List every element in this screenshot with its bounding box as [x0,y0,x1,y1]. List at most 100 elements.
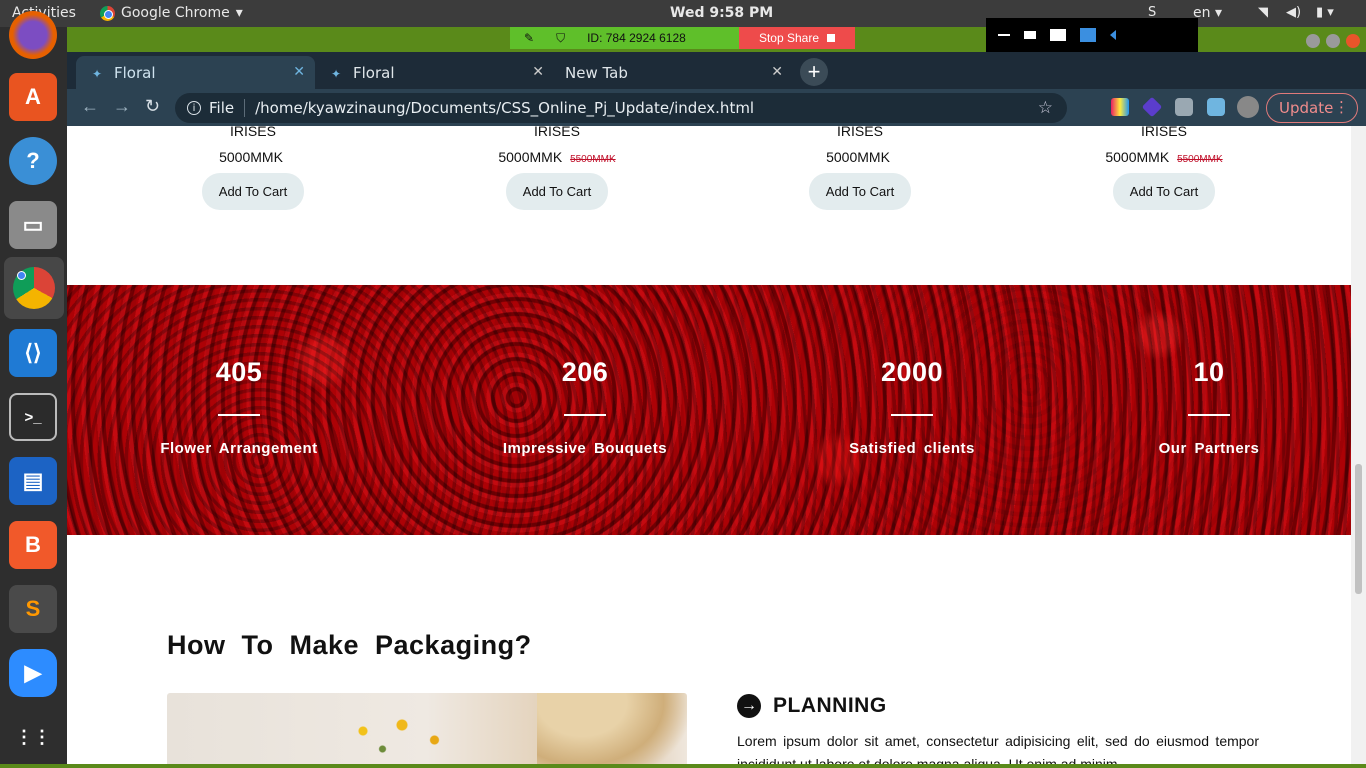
reload-icon[interactable]: ↻ [145,96,160,117]
step-heading: → PLANNING [737,694,887,718]
small-layout-icon[interactable] [1024,31,1036,39]
layout-toolbar [986,18,1198,52]
stop-icon [827,34,836,42]
old-price: 5500MMK [570,154,616,165]
old-price: 5500MMK [1177,154,1223,165]
help-icon[interactable]: ? [9,137,57,185]
volume-icon[interactable]: ◀) [1286,5,1301,20]
stat-satisfied-clients: 2000 Satisfied clients [792,357,1032,457]
stat-label: Flower Arrangement [160,440,318,457]
kebab-menu-icon[interactable]: ⋮ [1334,98,1349,116]
product-price: 5000MMK [826,149,890,165]
product-name: IRISES [837,126,883,139]
chrome-dock-icon[interactable] [4,257,64,319]
clock[interactable]: Wed 9:58 PM [670,5,773,21]
screen-share-bar: ✎ ⛉ ID: 784 2924 6128 Stop Share [510,27,855,49]
update-button[interactable]: Update ⋮ [1266,93,1358,123]
add-to-cart-button[interactable]: Add To Cart [506,173,608,210]
camera-icon[interactable] [1175,98,1193,116]
tab-floral[interactable]: ✦ Floral ✕ [315,56,554,89]
product-card: IRISES 5000MMK 5500MMK Add To Cart [467,126,647,210]
stat-our-partners: 10 Our Partners [1089,357,1329,457]
close-tab-icon[interactable]: ✕ [293,64,305,80]
web-page: IRISES 5000MMK Add To Cart IRISES 5000MM… [67,126,1351,764]
shield-icon: ⛉ [556,30,566,45]
product-name: IRISES [230,126,276,139]
url-scheme: File [209,99,235,117]
close-tab-icon[interactable]: ✕ [532,64,544,80]
firefox-icon[interactable] [9,11,57,59]
chevron-down-icon: ▾ [235,5,243,21]
wifi-icon[interactable]: ◥ [1258,5,1268,20]
url-text: /home/kyawzinaung/Documents/CSS_Online_P… [255,99,755,117]
close-tab-icon[interactable]: ✕ [771,64,783,80]
product-price: 5000MMK [1105,149,1170,165]
product-price: 5000MMK [219,149,283,165]
section-title: How To Make Packaging? [167,630,532,660]
files-icon[interactable]: ▭ [9,201,57,249]
back-icon[interactable]: ← [81,96,99,117]
stop-share-button[interactable]: Stop Share [739,27,855,49]
star-icon[interactable]: ☆ [1038,98,1053,118]
page-scrollbar[interactable] [1351,126,1366,764]
zoom-icon[interactable]: ▶ [9,649,57,697]
sublime-icon[interactable]: S [9,585,57,633]
product-name: IRISES [1141,126,1187,139]
dock: A ? ▭ ⟨⟩ >_ ▤ B S ▶ ⋮⋮ [0,11,67,768]
page-favicon-icon: ✦ [331,66,342,81]
grid-layout-icon[interactable] [1080,28,1096,42]
scrollbar-thumb[interactable] [1355,464,1362,594]
divider [564,414,606,416]
product-name: IRISES [534,126,580,139]
divider [891,414,933,416]
app-menu[interactable]: Google Chrome ▾ [100,5,243,21]
stat-label: Satisfied clients [849,440,975,457]
product-card: IRISES 5000MMK Add To Cart [770,126,950,210]
stat-label: Impressive Bouquets [502,440,668,457]
terminal-icon[interactable]: >_ [9,393,57,441]
add-to-cart-button[interactable]: Add To Cart [1113,173,1215,210]
stat-value: 2000 [880,357,944,387]
app-name: Google Chrome [121,5,230,21]
close-window-button[interactable] [1346,34,1360,48]
color-extension-icon[interactable] [1111,98,1129,116]
brave-icon[interactable]: B [9,521,57,569]
add-to-cart-button[interactable]: Add To Cart [202,173,304,210]
minimize-layout-icon[interactable] [998,34,1010,36]
maximize-window-button[interactable] [1326,34,1340,48]
stat-impressive-bouquets: 206 Impressive Bouquets [465,357,705,457]
meeting-id: ID: 784 2924 6128 [587,31,686,45]
writer-icon[interactable]: ▤ [9,457,57,505]
packaging-image [167,693,687,764]
add-to-cart-button[interactable]: Add To Cart [809,173,911,210]
large-layout-icon[interactable] [1050,29,1066,41]
extension-diamond-icon[interactable] [1141,96,1163,118]
puzzle-icon[interactable] [1207,98,1225,116]
forward-icon[interactable]: → [113,96,131,117]
divider [218,414,260,416]
stats-banner: 405 Flower Arrangement 206 Impressive Bo… [67,285,1351,535]
stat-label: Our Partners [1158,440,1260,457]
info-icon[interactable]: i [187,101,201,115]
show-apps-icon[interactable]: ⋮⋮ [9,713,57,761]
collapse-icon[interactable] [1110,30,1116,40]
new-tab-button[interactable]: + [800,58,828,86]
product-price: 5000MMK [498,149,563,165]
pen-icon[interactable]: ✎ [524,31,534,45]
stat-value: 206 [561,357,609,387]
software-center-icon[interactable]: A [9,73,57,121]
tab-new-tab[interactable]: New Tab ✕ [554,56,793,89]
step-description: Lorem ipsum dolor sit amet, consectetur … [737,733,1259,764]
avatar[interactable] [1237,96,1259,118]
battery-icon[interactable]: ▮ ▾ [1316,5,1334,20]
stat-value: 10 [1193,357,1225,387]
chrome-icon [100,5,115,21]
address-bar[interactable]: i File /home/kyawzinaung/Documents/CSS_O… [175,93,1067,123]
step-title: PLANNING [773,694,887,717]
product-card: IRISES 5000MMK Add To Cart [163,126,343,210]
minimize-window-button[interactable] [1306,34,1320,48]
tab-floral-active[interactable]: ✦ Floral ✕ [76,56,315,89]
divider [1188,414,1230,416]
vscode-icon[interactable]: ⟨⟩ [9,329,57,377]
browser-toolbar: ← → ↻ i File /home/kyawzinaung/Documents… [67,89,1366,126]
